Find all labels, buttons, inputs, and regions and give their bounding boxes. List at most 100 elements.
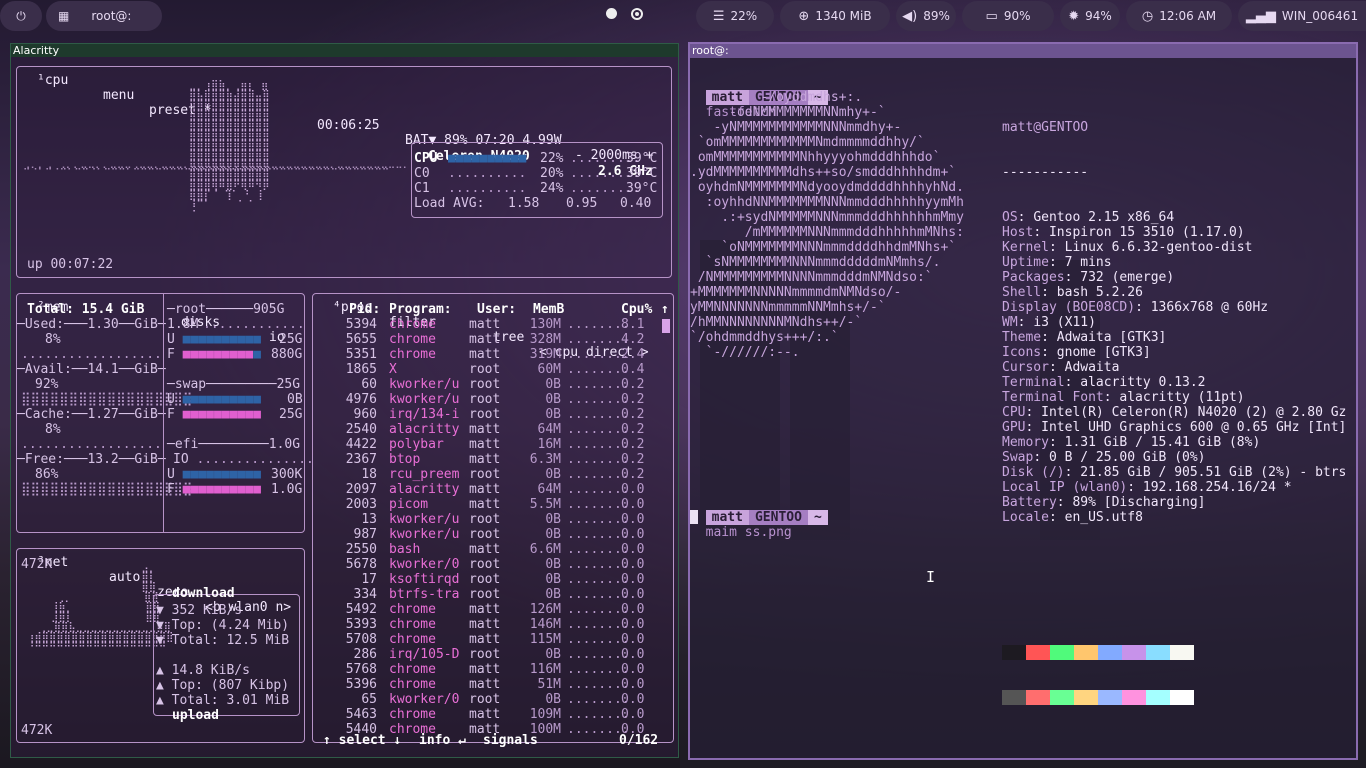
disk-root-used: U ■■■■■■■■■■	[167, 332, 261, 347]
power-button[interactable]: ⏻	[0, 1, 42, 31]
proc-mem: 130M	[529, 317, 561, 332]
proc-row[interactable]: 334 btrfs-tra root 0B........ 0.0	[313, 587, 658, 602]
select-hint[interactable]: ↑ select ↓	[323, 733, 401, 748]
proc-user: matt	[469, 317, 501, 332]
mem-disks-divider	[163, 294, 164, 532]
proc-row[interactable]: 5394 chrome matt 130M........ 8.1	[313, 317, 658, 332]
proc-row[interactable]: 13 kworker/u root 0B........ 0.0	[313, 512, 658, 527]
proc-pid: 286	[353, 647, 377, 662]
proc-cpu: 0.0	[621, 617, 645, 632]
proc-row[interactable]: 2003 picom matt 5.5M........ 0.0	[313, 497, 658, 512]
workspace-dot-active[interactable]	[631, 8, 643, 20]
logo-line: oyhdmNMMMMMMMNdyooydmddddhhhhyhNd.	[690, 180, 964, 195]
proc-prog: rcu_preem	[389, 467, 460, 482]
proc-row[interactable]: 5655 chrome matt 328M........ 4.2	[313, 332, 658, 347]
color-swatch	[1002, 690, 1026, 705]
core1-pct: 24%	[540, 181, 564, 196]
load-5m: 0.95	[566, 196, 598, 211]
proc-row[interactable]: 960 irq/134-i root 0B........ 0.2	[313, 407, 658, 422]
col-program[interactable]: Program:	[389, 302, 452, 317]
col-cpu[interactable]: Cpu%	[621, 302, 652, 317]
proc-row[interactable]: 5463 chrome matt 109M........ 0.0	[313, 707, 658, 722]
proc-pid: 2550	[345, 542, 377, 557]
prompt-command: maim ss.png	[705, 525, 792, 540]
clock-time: 12:06 AM	[1159, 9, 1217, 23]
info-key: Icons	[1002, 345, 1042, 360]
proc-row[interactable]: 2097 alacritty matt 64M........ 0.0	[313, 482, 658, 497]
network-widget[interactable]: ▂▄▆ WIN_006461	[1238, 1, 1366, 31]
brightness-widget[interactable]: ✹ 94%	[1060, 1, 1120, 31]
proc-cpu: 0.2	[621, 377, 645, 392]
proc-row[interactable]: 4422 polybar matt 16M........ 0.2	[313, 437, 658, 452]
shell-prompt: matt GENTOO ~ fastfetch	[690, 75, 828, 120]
proc-row[interactable]: 5768 chrome matt 116M........ 0.0	[313, 662, 658, 677]
memory-icon: ⊕	[798, 8, 810, 24]
proc-user: root	[469, 647, 501, 662]
proc-row[interactable]: 5396 chrome matt 51M........ 0.0	[313, 677, 658, 692]
ram-widget[interactable]: ⊕ 1340 MiB	[780, 1, 890, 31]
info-value: 89% [Discharging]	[1072, 495, 1206, 510]
window-pill[interactable]: ▦ root@:	[46, 1, 162, 31]
proc-user: root	[469, 527, 501, 542]
proc-row[interactable]: 2540 alacritty matt 64M........ 0.2	[313, 422, 658, 437]
proc-row[interactable]: 2550 bash matt 6.6M........ 0.0	[313, 542, 658, 557]
core0-pct: 20%	[540, 166, 564, 181]
proc-row[interactable]: 4976 kworker/u root 0B........ 0.2	[313, 392, 658, 407]
info-row: Uptime: 7 mins	[1002, 255, 1112, 270]
proc-user: matt	[469, 707, 501, 722]
proc-row[interactable]: 5678 kworker/0 root 0B........ 0.0	[313, 557, 658, 572]
clock-widget[interactable]: ◷ 12:06 AM	[1126, 1, 1232, 31]
proc-row[interactable]: 5492 chrome matt 126M........ 0.0	[313, 602, 658, 617]
proc-prog: polybar	[389, 437, 444, 452]
proc-row[interactable]: 5393 chrome matt 146M........ 0.0	[313, 617, 658, 632]
col-mem[interactable]: MemB	[533, 302, 564, 317]
proc-pid: 18	[361, 467, 377, 482]
proc-row[interactable]: 60 kworker/u root 0B........ 0.2	[313, 377, 658, 392]
color-swatch	[1146, 645, 1170, 660]
proc-mem: 0B	[545, 572, 561, 587]
info-value: gnome [GTK3]	[1056, 345, 1151, 360]
cpu-header-label: ¹cpu	[37, 73, 69, 88]
proc-row[interactable]: 1865 Xroot 60M........ 0.4	[313, 362, 658, 377]
info-value: alacritty 0.13.2	[1080, 375, 1206, 390]
signals-hint[interactable]: signals	[483, 733, 538, 748]
col-user[interactable]: User:	[477, 302, 516, 317]
battery-widget[interactable]: ▭ 90%	[962, 1, 1054, 31]
proc-cpu: 0.2	[621, 467, 645, 482]
proc-row[interactable]: 987 kworker/u root 0B........ 0.0	[313, 527, 658, 542]
color-swatch	[1002, 645, 1026, 660]
info-row: Disk (/): 21.85 GiB / 905.51 GiB (2%) - …	[1002, 465, 1347, 480]
proc-scrollbar[interactable]	[662, 319, 670, 333]
proc-row[interactable]: 2367 btop matt 6.3M........ 0.2	[313, 452, 658, 467]
proc-column-headers: Pid: Program: User: MemB Cpu% ↑	[313, 302, 673, 317]
proc-row[interactable]: 17 ksoftirqd root 0B........ 0.0	[313, 572, 658, 587]
proc-row[interactable]: 18 rcu_preem root 0B........ 0.2	[313, 467, 658, 482]
proc-row[interactable]: 5351 chrome matt 319M........ 2.4	[313, 347, 658, 362]
workspace-dot[interactable]	[606, 8, 617, 19]
info-row: Kernel: Linux 6.6.32-gentoo-dist	[1002, 240, 1253, 255]
col-pid[interactable]: Pid:	[349, 302, 380, 317]
proc-row[interactable]: 286 irq/105-D root 0B........ 0.0	[313, 647, 658, 662]
clock-icon: ◷	[1141, 8, 1154, 24]
volume-widget[interactable]: ◀) 89%	[896, 1, 956, 31]
btop-window[interactable]: Alacritty ¹cpu menu preset * 00:06:25 BA…	[10, 43, 679, 758]
proc-row[interactable]: 5708 chrome matt 115M........ 0.0	[313, 632, 658, 647]
info-row: Locale: en_US.utf8	[1002, 510, 1143, 525]
cpu-widget[interactable]: ☰ 22%	[696, 1, 774, 31]
proc-row[interactable]: 65 kworker/0 root 0B........ 0.0	[313, 692, 658, 707]
proc-pid: 960	[353, 407, 377, 422]
proc-user: root	[469, 512, 501, 527]
menu-button[interactable]: menu	[103, 88, 134, 103]
info-row: Terminal: alacritty 0.13.2	[1002, 375, 1206, 390]
info-row: Swap: 0 B / 25.00 GiB (0%)	[1002, 450, 1206, 465]
disk-root-row: ─root──────905G	[167, 302, 285, 317]
workspace-indicators	[606, 8, 643, 20]
proc-cpu: 0.0	[621, 707, 645, 722]
info-hint[interactable]: info ↵	[419, 733, 466, 748]
scroll-up-icon[interactable]: ↑	[661, 302, 669, 317]
net-graph: ⣠⡀ ⣿⡇ ⣿⣿ ⢀⡀ ⣿⣿ ⢸⣷⡀ ⣿⣿ ⣸⣿⡇ ⣿⣿ ⢀⣀⣿⣿⣧⣀⣀⣀⣀⣀⣀…	[27, 562, 174, 653]
proc-cpu: 0.2	[621, 422, 645, 437]
net-stats-box: download ▼ 352 KiB/s ▼ Top: (4.24 Mib) ▼…	[153, 586, 300, 723]
load-1m: 1.58	[508, 196, 540, 211]
brightness-icon: ✹	[1068, 8, 1080, 24]
